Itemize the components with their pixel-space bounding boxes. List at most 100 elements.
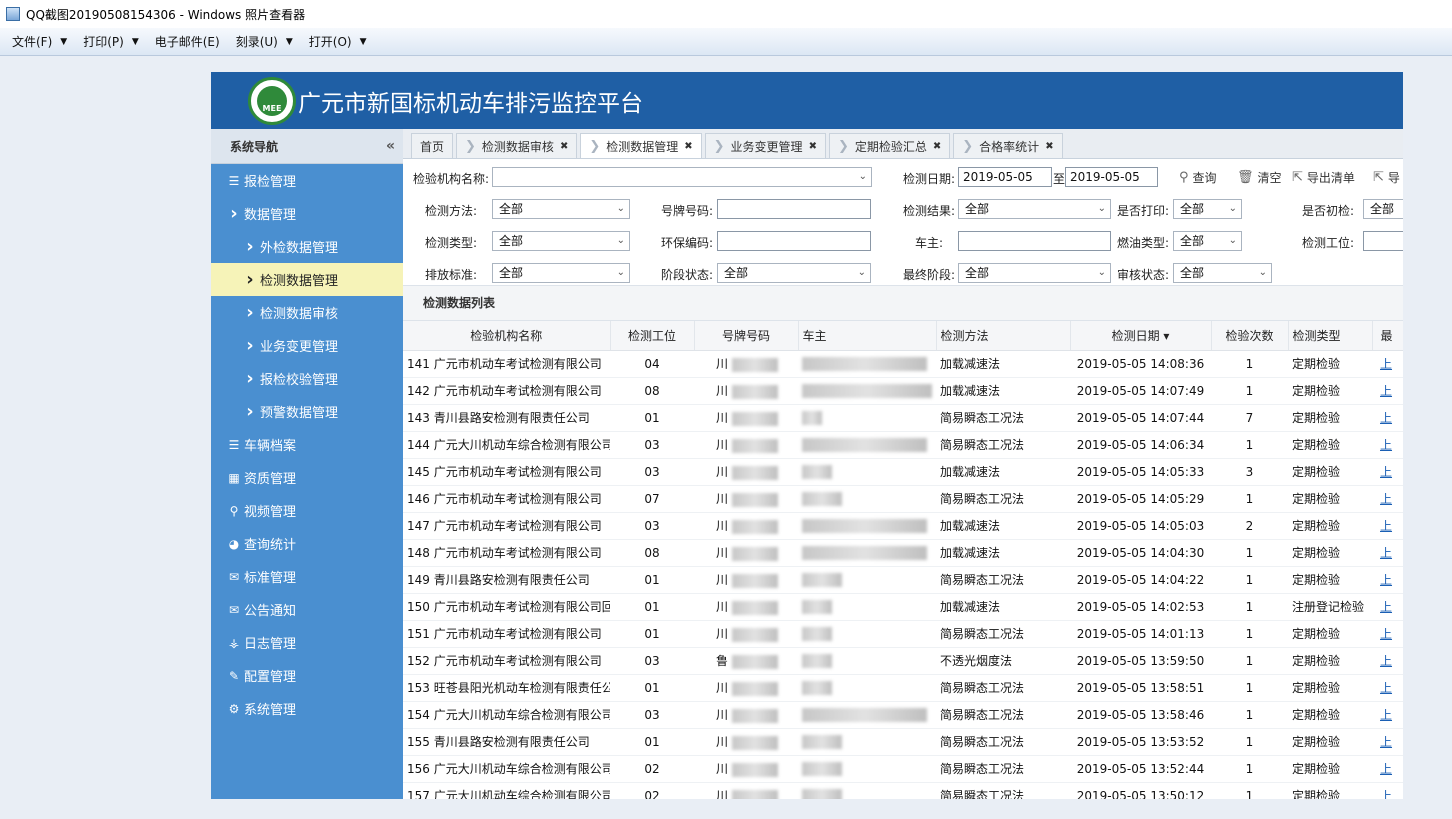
table-row[interactable]: 155 青川县路安检测有限责任公司 01 川简易瞬态工况法 2019-05-05 13… [403,728,1403,756]
tab-0[interactable]: 首页 [411,133,454,158]
sidebar-item-1[interactable]: › 数据管理 [211,197,403,230]
cell-last[interactable]: 上 [1372,512,1403,540]
last-link[interactable]: 上 [1380,735,1392,749]
tab-2[interactable]: ❯ 检测数据管理 ✖ [580,133,702,158]
table-row[interactable]: 154 广元大川机动车综合检测有限公司 03 川 简易瞬态工况法 2019-05-05 … [403,701,1403,729]
result-select[interactable]: 全部 ⌄ [958,199,1111,219]
close-icon[interactable]: ✖ [560,141,568,152]
method-select[interactable]: 全部 ⌄ [492,199,630,219]
menu-item-1[interactable]: 打印(P) ▼ [75,28,147,55]
close-icon[interactable]: ✖ [809,141,817,152]
last-link[interactable]: 上 [1380,627,1392,641]
tab-5[interactable]: ❯ 合格率统计 ✖ [953,133,1063,158]
type-select[interactable]: 全部 ⌄ [492,231,630,251]
last-link[interactable]: 上 [1380,762,1392,776]
tab-3[interactable]: ❯ 业务变更管理 ✖ [704,133,826,158]
sidebar-item-8[interactable]: ☰ 车辆档案 [211,428,403,461]
sidebar-item-5[interactable]: › 业务变更管理 [211,329,403,362]
date-from-input[interactable]: 2019-05-05 [958,167,1052,187]
last-link[interactable]: 上 [1380,384,1392,398]
cell-last[interactable]: 上 [1372,566,1403,594]
table-row[interactable]: 150 广元市机动车考试检测有限公司回 01 川 加载减速法 2019-05-05 14… [403,593,1403,621]
cell-last[interactable]: 上 [1372,647,1403,675]
col-plate[interactable]: 号牌号码 [694,321,799,351]
menu-item-4[interactable]: 打开(O) ▼ [301,28,375,55]
std-select[interactable]: 全部 ⌄ [492,263,630,283]
export-more-button[interactable]: ⇱ 导 [1373,169,1400,186]
last-link[interactable]: 上 [1380,708,1392,722]
cell-last[interactable]: 上 [1372,728,1403,756]
table-row[interactable]: 141 广元市机动车考试检测有限公司 04 川加载减速法 2019-05-05 14:… [403,350,1403,378]
last-link[interactable]: 上 [1380,681,1392,695]
table-row[interactable]: 145 广元市机动车考试检测有限公司 03 川加载减速法 2019-05-05 14:… [403,458,1403,486]
cell-last[interactable]: 上 [1372,431,1403,459]
sidebar-item-15[interactable]: ✎ 配置管理 [211,659,403,692]
clear-button[interactable]: 🗑 清空 [1237,169,1282,186]
table-row[interactable]: 152 广元市机动车考试检测有限公司 03 鲁不透光烟度法 2019-05-05 13… [403,647,1403,675]
sidebar-item-6[interactable]: › 报检校验管理 [211,362,403,395]
cell-last[interactable]: 上 [1372,620,1403,648]
audit-select[interactable]: 全部 ⌄ [1173,263,1272,283]
menu-item-3[interactable]: 刻录(U) ▼ [228,28,301,55]
col-count[interactable]: 检验次数 [1211,321,1289,351]
table-row[interactable]: 149 青川县路安检测有限责任公司 01 川简易瞬态工况法 2019-05-05 14… [403,566,1403,594]
cell-last[interactable]: 上 [1372,377,1403,405]
col-type[interactable]: 检测类型 [1288,321,1373,351]
table-row[interactable]: 142 广元市机动车考试检测有限公司 08 川加载减速法 2019-05-05 14:… [403,377,1403,405]
close-icon[interactable]: ✖ [933,141,941,152]
tab-1[interactable]: ❯ 检测数据审核 ✖ [456,133,578,158]
date-to-input[interactable]: 2019-05-05 [1065,167,1158,187]
col-station[interactable]: 检测工位 [610,321,695,351]
printed-select[interactable]: 全部 ⌄ [1173,199,1242,219]
org-select[interactable]: ⌄ [492,167,872,187]
table-row[interactable]: 143 青川县路安检测有限责任公司 01 川简易瞬态工况法 2019-05-05 14… [403,404,1403,432]
sidebar-item-7[interactable]: › 预警数据管理 [211,395,403,428]
cell-last[interactable]: 上 [1372,674,1403,702]
last-link[interactable]: 上 [1380,411,1392,425]
sidebar-item-16[interactable]: ⚙ 系统管理 [211,692,403,725]
cell-last[interactable]: 上 [1372,755,1403,783]
cell-last[interactable]: 上 [1372,782,1403,799]
table-row[interactable]: 151 广元市机动车考试检测有限公司 01 川简易瞬态工况法 2019-05-05 1… [403,620,1403,648]
cell-last[interactable]: 上 [1372,701,1403,729]
final-select[interactable]: 全部 ⌄ [958,263,1111,283]
last-link[interactable]: 上 [1380,519,1392,533]
owner-input[interactable] [958,231,1111,251]
last-link[interactable]: 上 [1380,438,1392,452]
cell-last[interactable]: 上 [1372,404,1403,432]
close-icon[interactable]: ✖ [684,141,692,152]
search-button[interactable]: ⚲ 查询 [1179,169,1217,186]
last-link[interactable]: 上 [1380,600,1392,614]
cell-last[interactable]: 上 [1372,539,1403,567]
sidebar-item-9[interactable]: ▦ 资质管理 [211,461,403,494]
col-org[interactable]: 检验机构名称 [403,321,611,351]
env-code-input[interactable] [717,231,871,251]
cell-last[interactable]: 上 [1372,593,1403,621]
close-icon[interactable]: ✖ [1045,141,1053,152]
table-row[interactable]: 153 旺苍县阳光机动车检测有限责任公 01 川 简易瞬态工况法 2019-05-05 … [403,674,1403,702]
cell-last[interactable]: 上 [1372,458,1403,486]
sidebar-item-10[interactable]: ⚲ 视频管理 [211,494,403,527]
cell-last[interactable]: 上 [1372,485,1403,513]
last-link[interactable]: 上 [1380,492,1392,506]
sidebar-item-12[interactable]: ✉ 标准管理 [211,560,403,593]
sidebar-item-3[interactable]: › 检测数据管理 [211,263,403,296]
last-link[interactable]: 上 [1380,654,1392,668]
fuel-select[interactable]: 全部 ⌄ [1173,231,1242,251]
table-row[interactable]: 147 广元市机动车考试检测有限公司 03 川加载减速法 2019-05-05 14:… [403,512,1403,540]
last-link[interactable]: 上 [1380,789,1392,799]
table-row[interactable]: 144 广元大川机动车综合检测有限公司 03 川 简易瞬态工况法 2019-05-05 … [403,431,1403,459]
table-row[interactable]: 146 广元市机动车考试检测有限公司 07 川简易瞬态工况法 2019-05-05 1… [403,485,1403,513]
sidebar-item-14[interactable]: ⚶ 日志管理 [211,626,403,659]
last-link[interactable]: 上 [1380,357,1392,371]
col-last[interactable]: 最 [1372,321,1403,351]
menu-item-2[interactable]: 电子邮件(E) [147,28,228,55]
menu-item-0[interactable]: 文件(F) ▼ [4,28,75,55]
cell-last[interactable]: 上 [1372,350,1403,378]
station-input[interactable] [1363,231,1403,251]
stage-select[interactable]: 全部 ⌄ [717,263,871,283]
last-link[interactable]: 上 [1380,573,1392,587]
export-list-button[interactable]: ⇱ 导出清单 [1292,169,1355,186]
last-link[interactable]: 上 [1380,465,1392,479]
table-row[interactable]: 157 广元大川机动车综合检测有限公司 02 川 简易瞬态工况法 2019-05-05 … [403,782,1403,799]
